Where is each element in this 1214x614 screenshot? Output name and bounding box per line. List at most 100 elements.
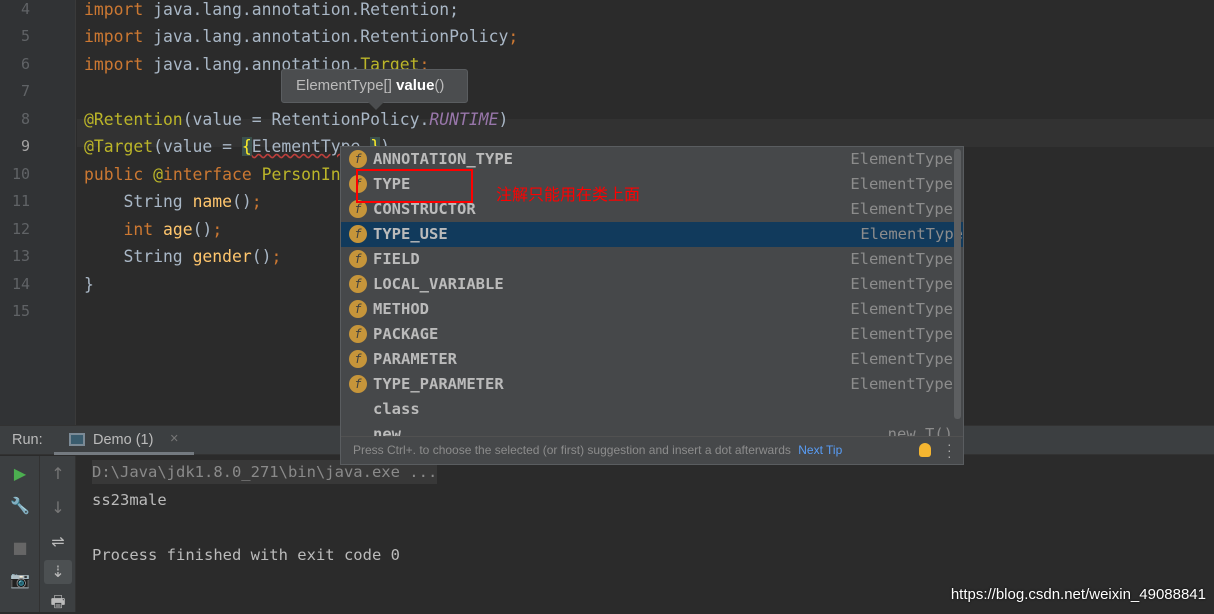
console-line: ss23male [92,490,167,509]
item-name: METHOD [373,300,429,318]
item-type: ElementType [850,325,953,343]
completion-item[interactable]: class [341,397,953,422]
console-line: Process finished with exit code 0 [92,545,400,564]
item-name: TYPE_USE [373,225,448,243]
close-icon[interactable]: × [170,431,178,447]
arrow-up-icon[interactable]: ↑ [44,462,72,486]
item-name: TYPE_PARAMETER [373,375,504,393]
item-name: new [373,425,401,437]
item-type: new T() [887,425,953,437]
code-line: public @interface PersonInfo{ [84,161,370,189]
line-number: 15 [11,302,30,320]
annotation-note: 注解只能用在类上面 [496,185,641,204]
footer-hint: Press Ctrl+. to choose the selected (or … [353,443,791,457]
field-icon: f [349,250,367,268]
console-toolbar: ↑ ↓ ⇌ ⇣ 🖶 [40,456,76,612]
print-icon[interactable]: 🖶 [44,590,72,614]
soft-wrap-icon[interactable]: ⇌ [44,530,72,554]
run-toolbar: ▶ 🔧 ■ 📷 [0,456,40,612]
item-name: LOCAL_VARIABLE [373,275,504,293]
field-icon: f [349,150,367,168]
code-token: @ [153,164,163,184]
code-line: String name(); [84,188,262,216]
item-type: ElementType [850,175,953,193]
item-type: ElementType [850,150,953,168]
item-name: class [373,400,420,418]
line-number: 9 [20,137,30,155]
field-icon: f [349,325,367,343]
code-token: int [84,219,163,239]
popup-footer: Press Ctrl+. to choose the selected (or … [341,436,963,464]
code-token: import [84,0,154,19]
completion-item[interactable]: f PARAMETER ElementType [341,347,953,372]
code-token: java.lang.annotation.RetentionPolicy [153,27,509,46]
code-token: ; [271,247,282,266]
item-name: PACKAGE [373,325,439,343]
field-icon: f [349,375,367,393]
rerun-icon[interactable]: ▶ [6,462,34,486]
item-type: ElementType [850,275,953,293]
item-type: ElementType [850,350,953,368]
code-token: () [232,192,252,211]
code-token: (value = RetentionPolicy. [182,109,430,129]
field-icon: f [349,275,367,293]
hint-name: value [396,77,435,94]
code-token: import [84,54,154,74]
next-tip-link[interactable]: Next Tip [798,443,842,457]
completion-item[interactable]: f TYPE_PARAMETER ElementType [341,372,953,397]
parameter-info-tooltip: ElementType[] value() [281,69,468,110]
scroll-to-end-icon[interactable]: ⇣ [44,560,72,584]
code-token: java.lang.annotation.Retention; [153,0,459,19]
arrow-down-icon[interactable]: ↓ [44,496,72,520]
code-token: () [251,247,272,266]
code-line: String gender(); [84,243,281,271]
console-icon [69,433,85,446]
item-type: ElementType [850,200,953,218]
lightbulb-icon[interactable] [919,443,931,457]
completion-item[interactable]: f PACKAGE ElementType [341,322,953,347]
item-type: ElementType [850,250,953,268]
code-token: String [84,247,193,266]
code-line: } [84,271,94,299]
code-token: { [241,137,252,156]
code-token: ; [212,219,223,239]
code-token: name [192,192,233,211]
line-number: 11 [11,192,30,210]
completion-item[interactable]: f TYPE_USE ElementType [341,222,963,247]
tab-demo[interactable]: Demo (1) × [54,426,194,455]
code-token: ; [251,192,262,211]
hint-type: ElementType[] [296,77,392,94]
line-number: 14 [11,274,30,293]
item-type: ElementType [850,300,953,318]
code-token: ; [508,27,519,46]
tab-label: Demo (1) [93,432,154,448]
item-type: ElementType [860,225,963,243]
more-options-icon[interactable]: · · · [947,437,952,463]
code-token: age [162,219,193,239]
item-name: PARAMETER [373,350,457,368]
stop-icon[interactable]: ■ [6,536,34,560]
hint-parens: () [434,77,445,94]
completion-item[interactable]: f LOCAL_VARIABLE ElementType [341,272,953,297]
line-number: 7 [20,82,30,100]
line-number: 4 [20,0,30,18]
code-token: () [192,219,213,239]
completion-item[interactable]: new new T() [341,422,953,437]
code-token: (value = [153,137,242,156]
highlight-box [356,169,473,203]
popup-scrollbar[interactable] [954,149,961,419]
line-number: 13 [11,247,30,265]
field-icon: f [349,300,367,318]
field-icon: f [349,350,367,368]
run-label: Run: [12,432,43,448]
completion-item[interactable]: f FIELD ElementType [341,247,953,272]
completion-item[interactable]: f METHOD ElementType [341,297,953,322]
code-token: interface [162,164,262,184]
camera-icon[interactable]: 📷 [6,568,34,592]
code-line: int age(); [84,216,222,244]
item-type: ElementType [850,375,953,393]
wrench-icon[interactable]: 🔧 [6,494,34,518]
code-token: @Retention [84,109,183,129]
code-token: RUNTIME [429,109,499,129]
code-token: public [84,164,154,184]
